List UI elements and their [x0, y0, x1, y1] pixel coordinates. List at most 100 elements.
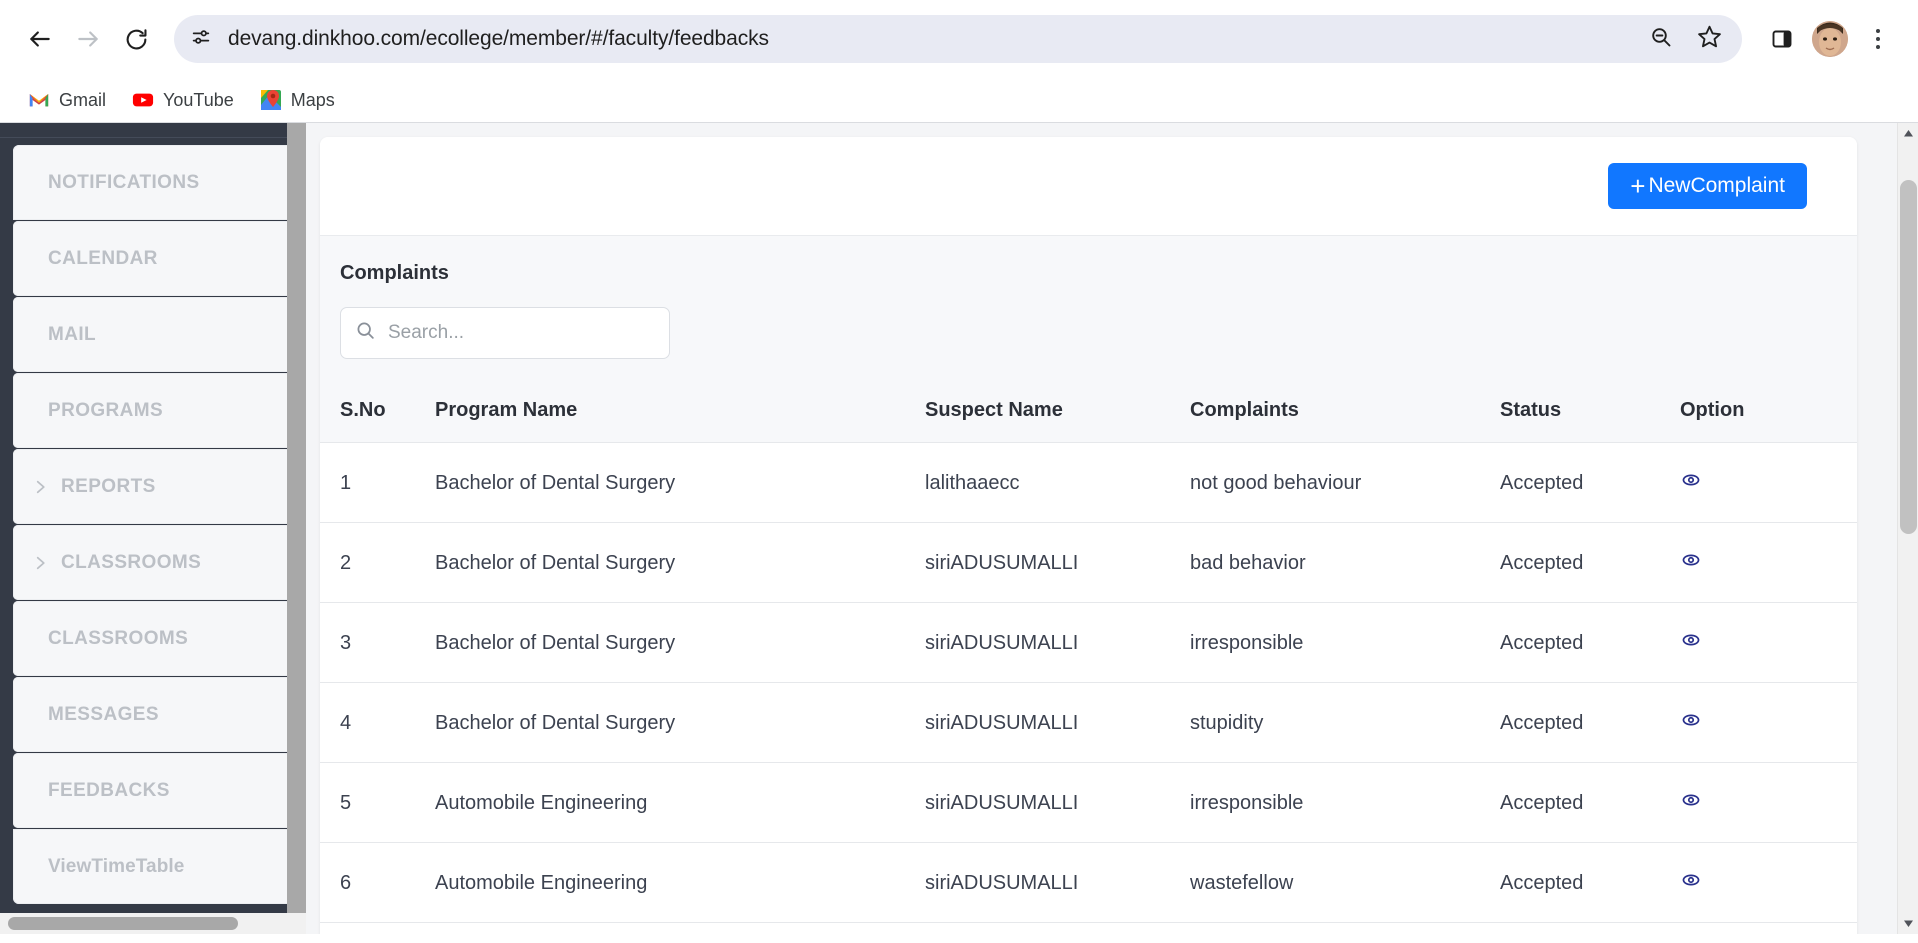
- gmail-icon: [28, 89, 50, 111]
- column-header-status: Status: [1500, 385, 1680, 443]
- site-info-button[interactable]: [182, 20, 220, 58]
- sidebar-item-notifications[interactable]: NOTIFICATIONS: [13, 145, 306, 222]
- new-complaint-button[interactable]: + NewComplaint: [1608, 163, 1807, 209]
- bookmark-label: Maps: [290, 89, 335, 110]
- address-bar[interactable]: devang.dinkhoo.com/ecollege/member/#/fac…: [174, 15, 1742, 63]
- sidebar-item-label: MESSAGES: [48, 703, 159, 725]
- cell-suspect: siriADUSUMALLI: [925, 682, 1190, 763]
- column-header-program-name: Program Name: [435, 385, 925, 443]
- sidebar-vertical-scrollbar[interactable]: [287, 123, 306, 913]
- sidebar-item-label: CLASSROOMS: [61, 551, 202, 573]
- chevron-right-icon: [31, 554, 49, 572]
- cell-option: [1680, 682, 1857, 763]
- sidebar-item-label: ViewTimeTable: [48, 855, 185, 877]
- eye-icon[interactable]: [1680, 469, 1702, 491]
- cell-complaint: irresponsible: [1190, 762, 1500, 843]
- cell-program: Bachelor of Dental Surgery: [435, 442, 925, 523]
- cell-sno: 7: [320, 922, 435, 934]
- cell-status: Accepted: [1500, 682, 1680, 763]
- eye-icon[interactable]: [1680, 709, 1702, 731]
- complaints-panel: Complaints S.No Program Name: [320, 235, 1857, 934]
- zoom-out-icon: [1649, 25, 1673, 54]
- cell-status: Accepted: [1500, 762, 1680, 843]
- sidebar-item-feedbacks[interactable]: FEEDBACKS: [13, 753, 306, 830]
- bookmarks-bar: Gmail YouTube Maps: [0, 78, 1918, 122]
- cell-suspect: siriADUSUMALLI: [925, 842, 1190, 923]
- eye-icon[interactable]: [1680, 549, 1702, 571]
- bookmark-gmail[interactable]: Gmail: [18, 83, 116, 117]
- bookmark-label: Gmail: [59, 89, 107, 110]
- bookmark-maps[interactable]: Maps: [250, 83, 345, 117]
- sidebar-item-mail[interactable]: MAIL: [13, 297, 306, 374]
- cell-program: Automobile Engineering: [435, 842, 925, 923]
- complaints-card: + NewComplaint Complaints Search... S.No…: [320, 137, 1857, 934]
- reload-button[interactable]: [114, 17, 158, 61]
- cell-complaint: irresponsible: [1190, 602, 1500, 683]
- url-text[interactable]: devang.dinkhoo.com/ecollege/member/#/fac…: [220, 27, 1642, 51]
- sidebar-top-strip: [0, 123, 306, 138]
- cell-option: [1680, 442, 1857, 523]
- youtube-icon: [132, 89, 154, 111]
- cell-suspect: siriADUSUMALLI: [925, 602, 1190, 683]
- table-row: 4 Bachelor of Dental Surgery siriADUSUMA…: [320, 682, 1857, 763]
- cell-option: [1680, 842, 1857, 923]
- table-row: 2 Bachelor of Dental Surgery siriADUSUMA…: [320, 522, 1857, 603]
- sidebar-menu: NOTIFICATIONS CALENDAR MAIL PROGRAMS REP…: [13, 145, 306, 904]
- cell-status: Accepted: [1500, 442, 1680, 523]
- cell-option: [1680, 522, 1857, 603]
- more-vertical-icon: [1876, 29, 1880, 49]
- back-button[interactable]: [18, 17, 62, 61]
- sidebar-item-label: NOTIFICATIONS: [48, 171, 200, 193]
- column-header-sno: S.No: [320, 385, 435, 443]
- column-header-option: Option: [1680, 385, 1857, 443]
- forward-button[interactable]: [66, 17, 110, 61]
- page-vertical-scrollbar[interactable]: [1897, 123, 1918, 934]
- cell-suspect: siriADUSUMALLI: [925, 522, 1190, 603]
- cell-option: [1680, 762, 1857, 843]
- search-area: [320, 307, 1857, 385]
- table-header-row: S.No Program Name Suspect Name Complaint…: [320, 385, 1857, 443]
- sidebar-item-viewtimetable[interactable]: ViewTimeTable: [13, 829, 298, 904]
- scroll-down-arrow[interactable]: [1898, 913, 1918, 934]
- sidebar-item-classrooms[interactable]: CLASSROOMS: [13, 601, 306, 678]
- browser-menu-button[interactable]: [1856, 17, 1900, 61]
- cell-status: Accepted: [1500, 922, 1680, 934]
- eye-icon[interactable]: [1680, 869, 1702, 891]
- sidebar-item-label: FEEDBACKS: [48, 779, 170, 801]
- sidebar-item-programs[interactable]: PROGRAMS: [13, 373, 306, 450]
- cell-program: Bachelor of Dental Surgery: [435, 522, 925, 603]
- bookmark-youtube[interactable]: YouTube: [122, 83, 244, 117]
- scrollbar-thumb[interactable]: [1900, 180, 1917, 534]
- browser-toolbar: devang.dinkhoo.com/ecollege/member/#/fac…: [0, 0, 1918, 78]
- cell-suspect: siriADUSUMALLI: [925, 762, 1190, 843]
- sidebar-item-messages[interactable]: MESSAGES: [13, 677, 306, 754]
- chevron-down-icon: [1904, 920, 1913, 927]
- cell-complaint: wastefellow: [1190, 842, 1500, 923]
- complaints-table: S.No Program Name Suspect Name Complaint…: [320, 385, 1857, 934]
- scroll-up-arrow[interactable]: [1898, 123, 1918, 144]
- chevron-up-icon: [1904, 130, 1913, 137]
- table-header: S.No Program Name Suspect Name Complaint…: [320, 385, 1857, 443]
- scrollbar-thumb[interactable]: [8, 917, 238, 930]
- eye-icon[interactable]: [1680, 629, 1702, 651]
- sidebar-item-classrooms-group[interactable]: CLASSROOMS: [13, 525, 306, 602]
- cell-sno: 3: [320, 602, 435, 683]
- search-box[interactable]: [340, 307, 670, 359]
- sidebar-item-calendar[interactable]: CALENDAR: [13, 221, 306, 298]
- cell-option: [1680, 922, 1857, 934]
- chevron-right-icon: [31, 478, 49, 496]
- bookmark-star-button[interactable]: [1690, 20, 1728, 58]
- sidebar-item-reports[interactable]: REPORTS: [13, 449, 306, 526]
- zoom-out-button[interactable]: [1642, 20, 1680, 58]
- eye-icon[interactable]: [1680, 789, 1702, 811]
- search-icon: [355, 320, 376, 346]
- new-complaint-label: NewComplaint: [1648, 174, 1785, 197]
- star-icon: [1697, 24, 1722, 54]
- search-input[interactable]: [388, 322, 655, 344]
- avatar[interactable]: [1812, 21, 1848, 57]
- side-panel-button[interactable]: [1760, 17, 1804, 61]
- sidebar-horizontal-scrollbar[interactable]: [0, 913, 306, 934]
- cell-program: Abbiggle Cloud Tech: [435, 922, 925, 934]
- browser-chrome: devang.dinkhoo.com/ecollege/member/#/fac…: [0, 0, 1918, 123]
- cell-status: Accepted: [1500, 602, 1680, 683]
